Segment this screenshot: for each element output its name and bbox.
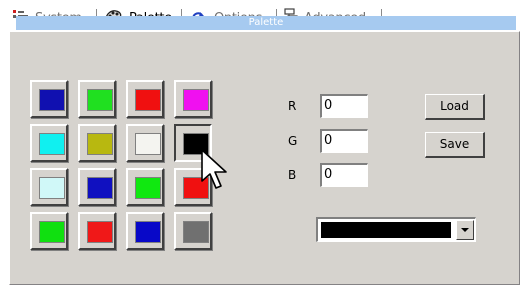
g-input[interactable]: 0: [320, 129, 368, 153]
swatch-color-fill: [135, 133, 161, 155]
swatch-color-fill: [39, 133, 65, 155]
current-color-preview: [321, 222, 451, 238]
color-swatch[interactable]: [78, 80, 116, 118]
color-swatch[interactable]: [78, 168, 116, 206]
color-swatch[interactable]: [30, 168, 68, 206]
color-swatch[interactable]: [126, 124, 164, 162]
load-button[interactable]: Load: [425, 94, 485, 120]
swatch-color-fill: [135, 89, 161, 111]
color-swatch[interactable]: [78, 124, 116, 162]
color-swatch[interactable]: [30, 80, 68, 118]
swatch-color-fill: [39, 89, 65, 111]
b-label: B: [288, 168, 297, 182]
r-input[interactable]: 0: [320, 94, 368, 118]
swatch-color-fill: [87, 133, 113, 155]
color-dropdown[interactable]: [316, 217, 476, 242]
swatch-color-fill: [87, 89, 113, 111]
color-swatch[interactable]: [174, 80, 212, 118]
g-label: G: [288, 134, 298, 148]
swatch-color-fill: [183, 89, 209, 111]
swatch-color-fill: [87, 221, 113, 243]
palette-dialog: System Palette Options Advanced Palette …: [0, 0, 526, 289]
chevron-down-icon[interactable]: [456, 220, 474, 240]
swatch-color-fill: [87, 177, 113, 199]
swatch-color-fill: [135, 221, 161, 243]
swatch-color-fill: [135, 177, 161, 199]
save-button[interactable]: Save: [425, 132, 485, 158]
color-swatch[interactable]: [30, 124, 68, 162]
color-swatch[interactable]: [126, 168, 164, 206]
color-swatch[interactable]: [126, 80, 164, 118]
mouse-pointer-icon: [201, 149, 227, 189]
color-swatch[interactable]: [126, 212, 164, 250]
swatch-color-fill: [183, 221, 209, 243]
color-swatch[interactable]: [174, 212, 212, 250]
palette-caption: Palette: [16, 16, 516, 30]
swatch-color-fill: [39, 221, 65, 243]
color-swatch[interactable]: [78, 212, 116, 250]
swatch-color-fill: [39, 177, 65, 199]
color-swatch[interactable]: [30, 212, 68, 250]
b-input[interactable]: 0: [320, 163, 368, 187]
r-label: R: [288, 99, 297, 113]
